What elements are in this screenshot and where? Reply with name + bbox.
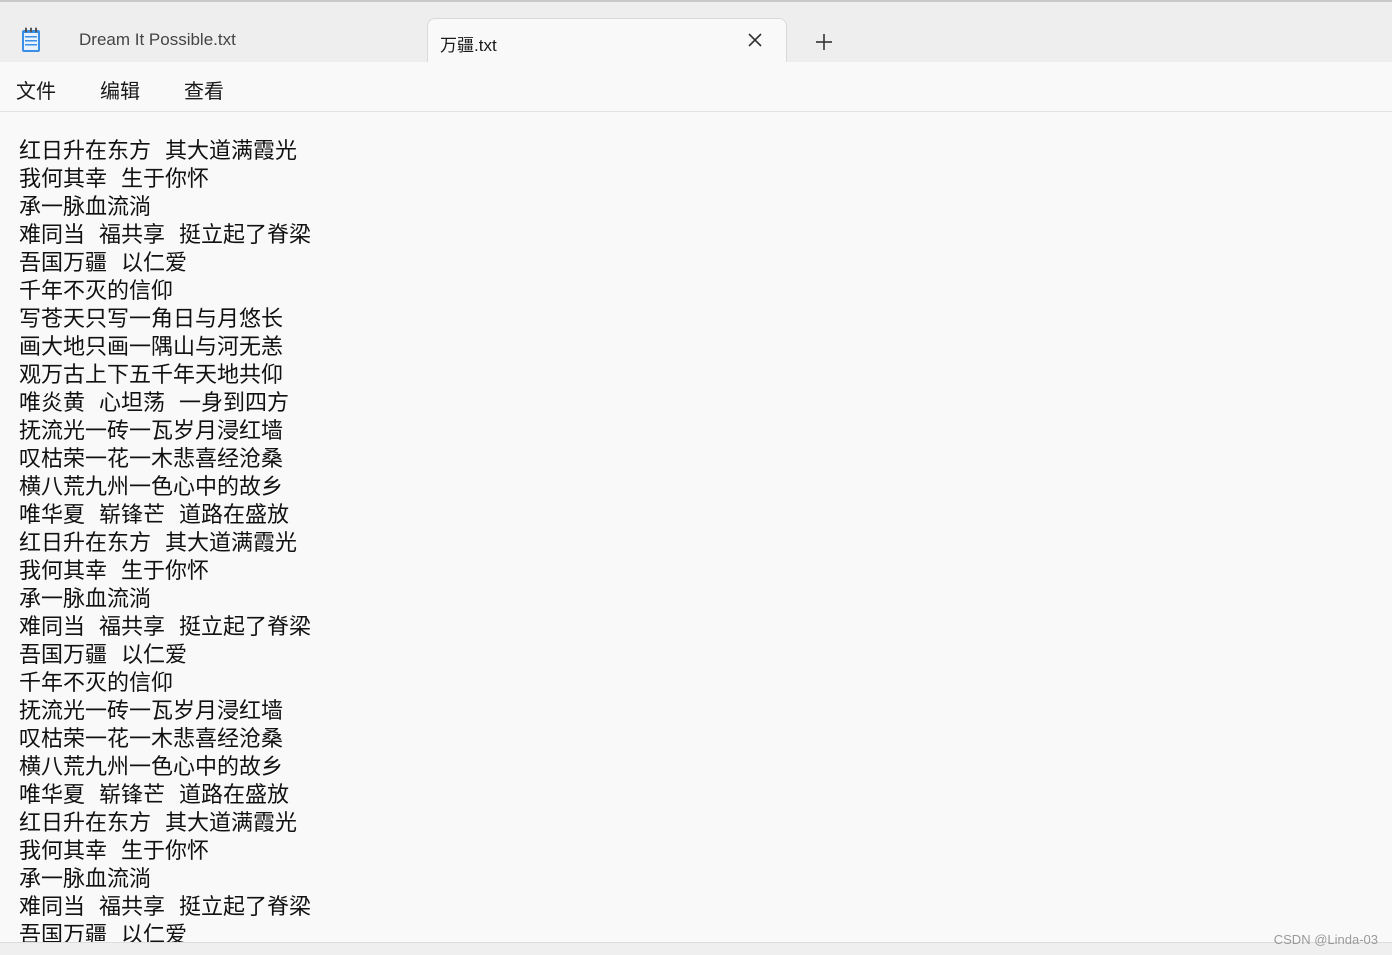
text-line: 承一脉血流淌	[19, 195, 152, 220]
text-line: 红日升在东方 其大道满霞光	[19, 139, 297, 164]
text-line: 难同当 福共享 挺立起了脊梁	[19, 615, 311, 640]
notepad-window: Dream It Possible.txt 万疆.txt 文件 编辑 查看 红日…	[0, 0, 1392, 955]
text-line: 吾国万疆 以仁爱	[19, 251, 187, 276]
status-strip	[0, 942, 1392, 955]
menu-file[interactable]: 文件	[16, 75, 56, 104]
text-line: 唯炎黄 心坦荡 一身到四方	[19, 391, 289, 416]
text-line: 叹枯荣一花一木悲喜经沧桑	[19, 727, 284, 752]
text-line: 吾国万疆 以仁爱	[19, 643, 187, 668]
watermark: CSDN @Linda-03	[1273, 932, 1378, 947]
text-line: 红日升在东方 其大道满霞光	[19, 531, 297, 556]
tab-wanjiang[interactable]: 万疆.txt	[427, 18, 787, 64]
text-line: 承一脉血流淌	[19, 867, 152, 892]
tab-bar: Dream It Possible.txt 万疆.txt	[0, 0, 1392, 64]
close-icon[interactable]	[746, 31, 764, 49]
text-line: 千年不灭的信仰	[19, 279, 174, 304]
text-line: 叹枯荣一花一木悲喜经沧桑	[19, 447, 284, 472]
text-line: 横八荒九州一色心中的故乡	[19, 755, 284, 780]
text-editor[interactable]: 红日升在东方 其大道满霞光 我何其幸 生于你怀 承一脉血流淌难同当 福共享 挺立起了…	[0, 112, 1392, 942]
text-line: 画大地只画一隅山与河无恙	[19, 335, 284, 360]
text-line: 红日升在东方 其大道满霞光	[19, 811, 297, 836]
menu-edit[interactable]: 编辑	[100, 75, 140, 104]
text-line: 唯华夏 崭锋芒 道路在盛放	[19, 783, 289, 808]
tab-label: 万疆.txt	[440, 36, 497, 55]
text-line: 我何其幸 生于你怀	[19, 839, 209, 864]
tab-dream-it-possible[interactable]: Dream It Possible.txt	[60, 18, 426, 64]
plus-icon[interactable]	[808, 26, 840, 58]
text-line: 写苍天只写一角日与月悠长	[19, 307, 284, 332]
text-line: 唯华夏 崭锋芒 道路在盛放	[19, 503, 289, 528]
text-line: 我何其幸 生于你怀	[19, 559, 209, 584]
tab-label: Dream It Possible.txt	[79, 30, 236, 49]
text-line: 我何其幸 生于你怀	[19, 167, 209, 192]
text-line: 抚流光一砖一瓦岁月浸红墙	[19, 699, 284, 724]
menu-bar: 文件 编辑 查看	[0, 62, 1392, 112]
text-line: 吾国万疆 以仁爱	[19, 923, 187, 942]
text-line: 观万古上下五千年天地共仰	[19, 363, 284, 388]
text-line: 承一脉血流淌	[19, 587, 152, 612]
text-line: 难同当 福共享 挺立起了脊梁	[19, 223, 311, 248]
text-line: 难同当 福共享 挺立起了脊梁	[19, 895, 311, 920]
text-line: 抚流光一砖一瓦岁月浸红墙	[19, 419, 284, 444]
text-line: 横八荒九州一色心中的故乡	[19, 475, 284, 500]
text-line: 千年不灭的信仰	[19, 671, 174, 696]
notepad-icon	[22, 27, 40, 52]
menu-view[interactable]: 查看	[184, 75, 224, 104]
